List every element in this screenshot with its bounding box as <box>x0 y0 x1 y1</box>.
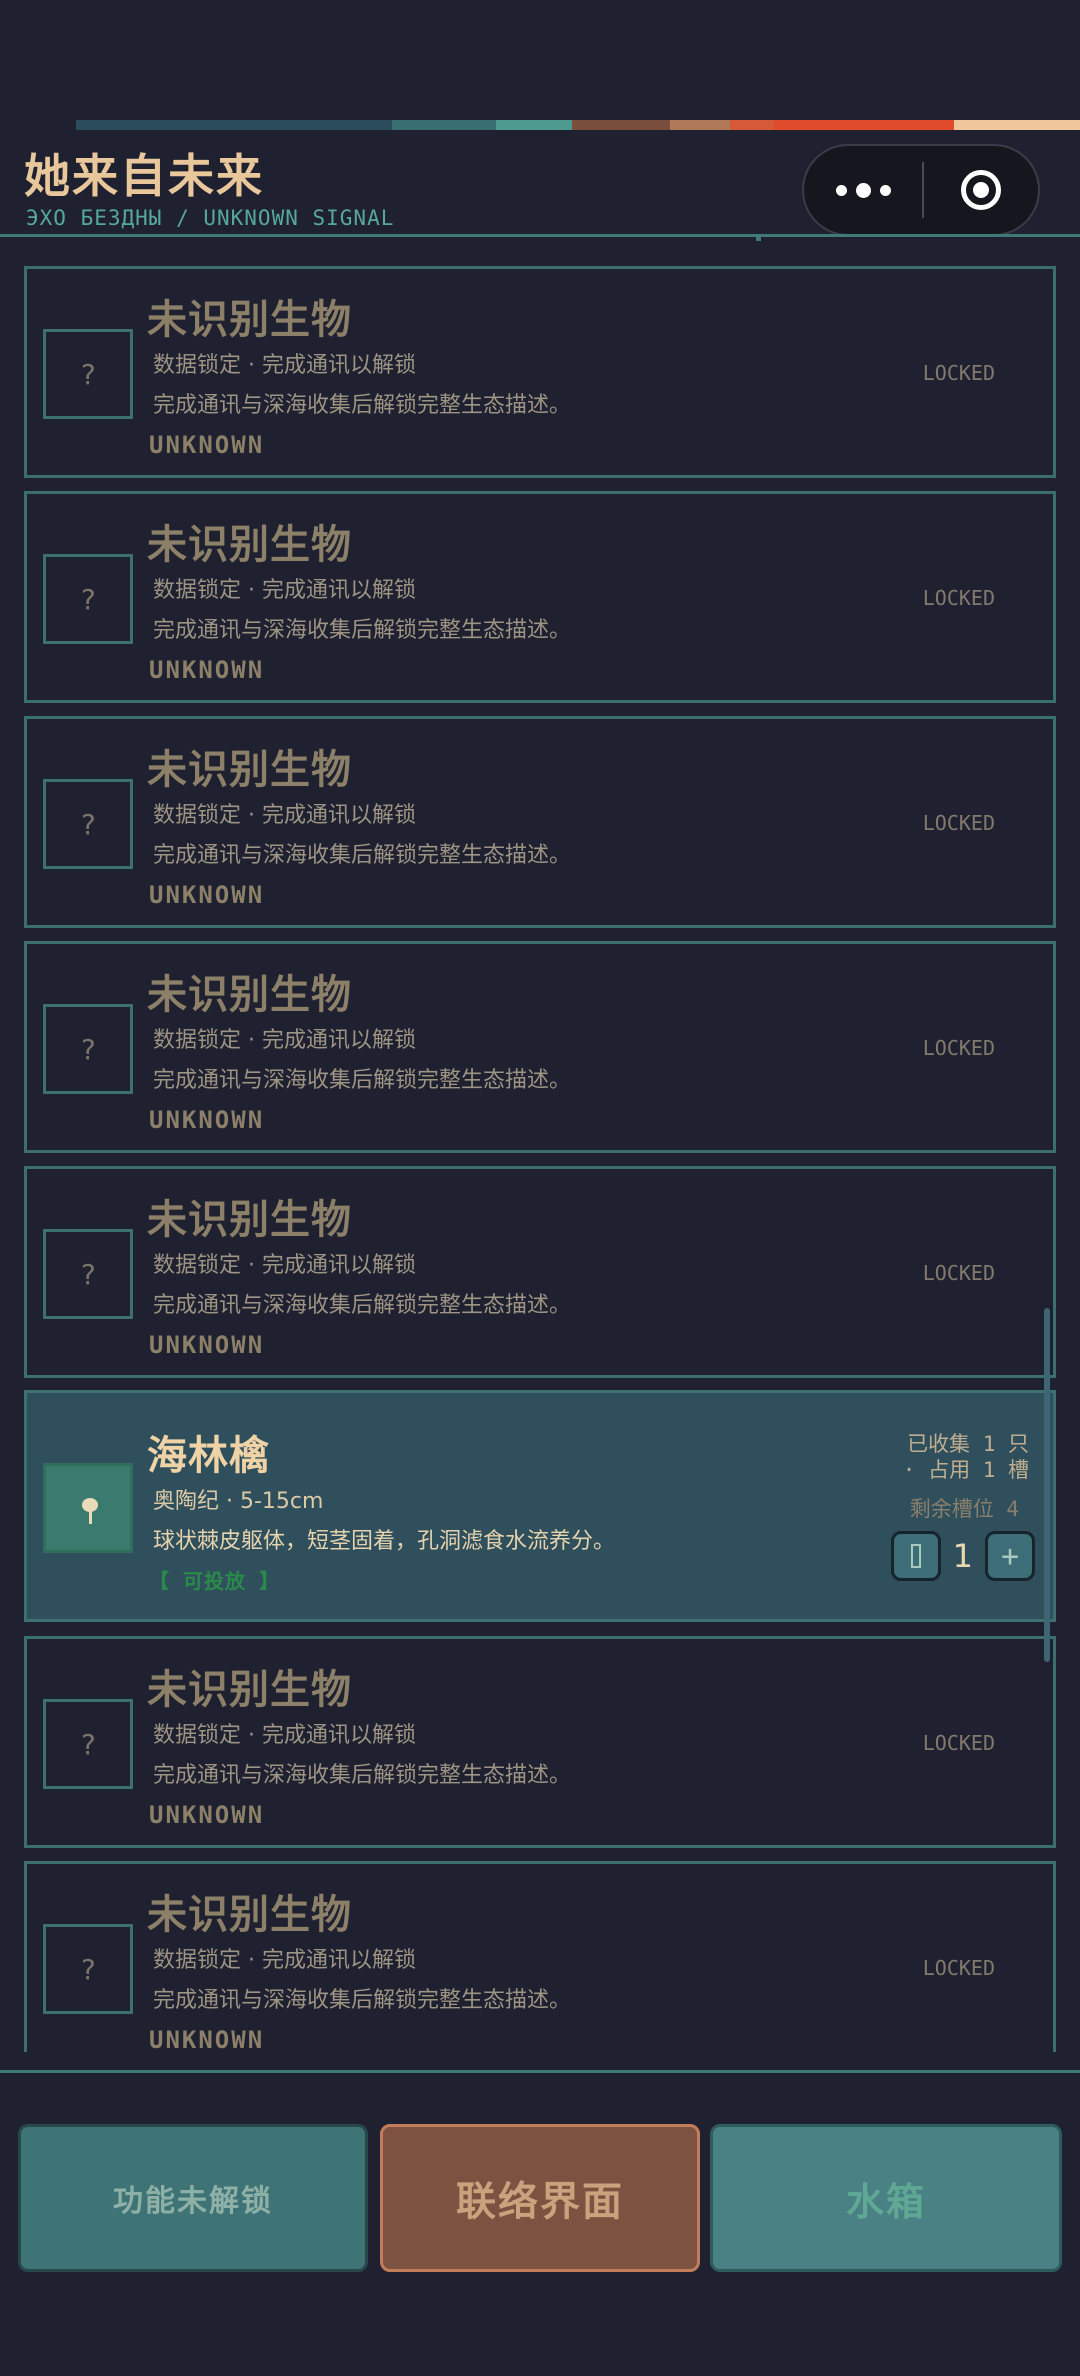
slot-usage: · 占用 1 槽 <box>902 1458 1029 1482</box>
creature-card-locked[interactable]: ? 未识别生物 数据锁定 · 完成通讯以解锁 完成通讯与深海收集后解锁完整生态描… <box>24 266 1056 478</box>
release-tag[interactable]: 【 可投放 】 <box>149 1565 280 1594</box>
creature-tag: UNKNOWN <box>149 431 265 459</box>
creature-meta: 数据锁定 · 完成通讯以解锁 <box>153 1028 416 1053</box>
list-scrollbar[interactable] <box>1044 1308 1050 1662</box>
creature-description: 完成通讯与深海收集后解锁完整生态描述。 <box>153 393 572 418</box>
creature-card-locked[interactable]: ? 未识别生物 数据锁定 · 完成通讯以解锁 完成通讯与深海收集后解锁完整生态描… <box>24 1166 1056 1378</box>
creature-tag: UNKNOWN <box>149 656 265 684</box>
locked-status: LOCKED <box>922 811 995 835</box>
signal-progress-strip <box>76 120 1080 130</box>
creature-meta: 数据锁定 · 完成通讯以解锁 <box>153 1723 416 1748</box>
creature-card-locked[interactable]: ? 未识别生物 数据锁定 · 完成通讯以解锁 完成通讯与深海收集后解锁完整生态描… <box>24 941 1056 1153</box>
quantity-stepper: 1 + <box>890 1531 1035 1581</box>
creature-description: 完成通讯与深海收集后解锁完整生态描述。 <box>153 1068 572 1093</box>
creature-name: 海林檎 <box>147 1433 270 1479</box>
creature-name: 未识别生物 <box>147 522 352 568</box>
page-title: 她来自未来 <box>24 149 264 203</box>
creature-meta: 数据锁定 · 完成通讯以解锁 <box>153 578 416 603</box>
creature-tag: UNKNOWN <box>149 1106 265 1134</box>
strip-segment <box>774 120 954 130</box>
creature-tag: UNKNOWN <box>149 1801 265 1829</box>
creature-meta: 数据锁定 · 完成通讯以解锁 <box>153 353 416 378</box>
header-divider-mark <box>756 236 761 241</box>
creature-description: 完成通讯与深海收集后解锁完整生态描述。 <box>153 1988 572 2013</box>
page-subtitle: ЭХО БЕЗДНЫ / UNKNOWN SIGNAL <box>26 206 395 230</box>
mini-program-capsule <box>802 144 1040 236</box>
target-circle-icon[interactable] <box>924 170 1038 210</box>
unknown-creature-icon: ? <box>43 779 133 869</box>
creature-card-locked[interactable]: ? 未识别生物 数据锁定 · 完成通讯以解锁 完成通讯与深海收集后解锁完整生态描… <box>24 1636 1056 1848</box>
creature-name: 未识别生物 <box>147 1892 352 1938</box>
creature-description: 完成通讯与深海收集后解锁完整生态描述。 <box>153 618 572 643</box>
unknown-creature-icon: ? <box>43 1699 133 1789</box>
creature-card-locked[interactable]: ? 未识别生物 数据锁定 · 完成通讯以解锁 完成通讯与深海收集后解锁完整生态描… <box>24 1861 1056 2052</box>
sea-apple-creature-icon <box>43 1463 133 1553</box>
creature-name: 未识别生物 <box>147 972 352 1018</box>
creature-tag: UNKNOWN <box>149 881 265 909</box>
contact-interface-button[interactable]: 联络界面 <box>380 2124 700 2272</box>
strip-segment <box>496 120 572 130</box>
more-dots-icon[interactable] <box>804 146 922 234</box>
locked-status: LOCKED <box>922 361 995 385</box>
remaining-slots: 剩余槽位 4 <box>909 1497 1019 1521</box>
aquarium-button[interactable]: 水箱 <box>710 2124 1062 2272</box>
quantity-value: 1 <box>952 1537 973 1575</box>
increase-button[interactable]: + <box>985 1531 1035 1581</box>
unknown-creature-icon: ? <box>43 1004 133 1094</box>
creature-card-locked[interactable]: ? 未识别生物 数据锁定 · 完成通讯以解锁 完成通讯与深海收集后解锁完整生态描… <box>24 716 1056 928</box>
unknown-creature-icon: ? <box>43 1924 133 2014</box>
creature-description: 完成通讯与深海收集后解锁完整生态描述。 <box>153 843 572 868</box>
locked-status: LOCKED <box>922 1261 995 1285</box>
creature-meta: 数据锁定 · 完成通讯以解锁 <box>153 1253 416 1278</box>
unknown-creature-icon: ? <box>43 554 133 644</box>
creature-meta: 数据锁定 · 完成通讯以解锁 <box>153 1948 416 1973</box>
collected-count: 已收集 1 只 <box>907 1432 1029 1456</box>
creature-meta: 奥陶纪 · 5-15cm <box>153 1489 324 1514</box>
locked-status: LOCKED <box>922 1956 995 1980</box>
collection-info: 已收集 1 只 · 占用 1 槽 <box>903 1431 1029 1483</box>
creature-list[interactable]: ? 未识别生物 数据锁定 · 完成通讯以解锁 完成通讯与深海收集后解锁完整生态描… <box>0 262 1080 2052</box>
creature-description: 完成通讯与深海收集后解锁完整生态描述。 <box>153 1293 572 1318</box>
locked-feature-button[interactable]: 功能未解锁 <box>18 2124 368 2272</box>
creature-tag: UNKNOWN <box>149 1331 265 1359</box>
locked-status: LOCKED <box>922 586 995 610</box>
unknown-creature-icon: ? <box>43 329 133 419</box>
creature-meta: 数据锁定 · 完成通讯以解锁 <box>153 803 416 828</box>
strip-segment <box>670 120 730 130</box>
creature-card-sea-apple[interactable]: 海林檎 奥陶纪 · 5-15cm 球状棘皮躯体，短茎固着，孔洞滤食水流养分。 【… <box>24 1390 1056 1622</box>
creature-description: 完成通讯与深海收集后解锁完整生态描述。 <box>153 1763 572 1788</box>
creature-name: 未识别生物 <box>147 1197 352 1243</box>
strip-segment <box>572 120 670 130</box>
footer-divider <box>0 2070 1080 2073</box>
creature-description: 球状棘皮躯体，短茎固着，孔洞滤食水流养分。 <box>153 1529 616 1554</box>
creature-card-locked[interactable]: ? 未识别生物 数据锁定 · 完成通讯以解锁 完成通讯与深海收集后解锁完整生态描… <box>24 491 1056 703</box>
decrease-button[interactable] <box>890 1531 941 1581</box>
strip-segment <box>730 120 774 130</box>
creature-name: 未识别生物 <box>147 1667 352 1713</box>
locked-status: LOCKED <box>922 1036 995 1060</box>
creature-name: 未识别生物 <box>147 297 352 343</box>
unknown-creature-icon: ? <box>43 1229 133 1319</box>
creature-tag: UNKNOWN <box>149 2026 265 2052</box>
strip-segment <box>76 120 392 130</box>
strip-segment <box>954 120 1080 130</box>
locked-status: LOCKED <box>922 1731 995 1755</box>
strip-segment <box>392 120 496 130</box>
creature-name: 未识别生物 <box>147 747 352 793</box>
header-divider <box>0 234 1080 237</box>
decrease-icon <box>910 1544 921 1568</box>
